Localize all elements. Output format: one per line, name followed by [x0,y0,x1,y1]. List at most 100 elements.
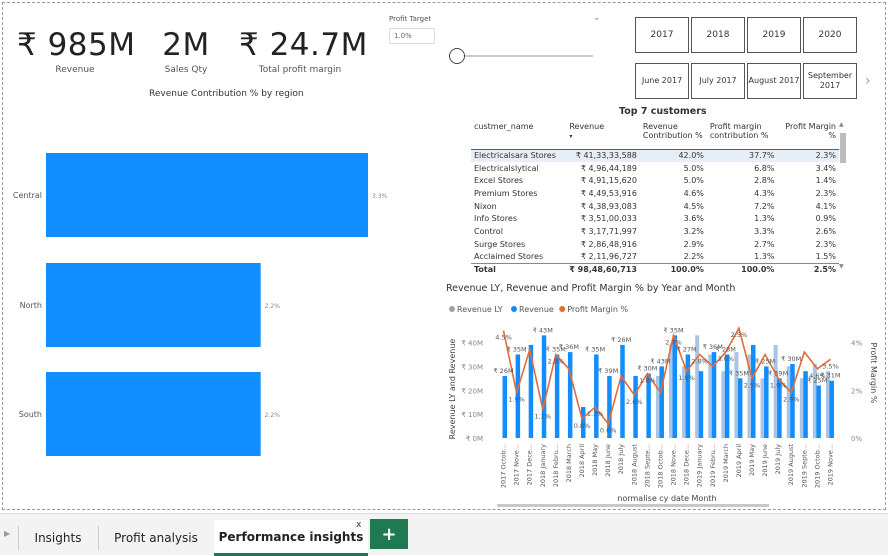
close-tab-icon[interactable]: x [356,520,361,530]
kpi-sales-qty[interactable]: 2M Sales Qty [155,27,217,75]
table-cell: 4.1% [815,201,836,211]
profit-margin-data-label: 0.8% [574,422,591,430]
kpi-label: Sales Qty [164,65,208,75]
profit-margin-data-label: 2.6% [626,398,643,406]
table-cell: 2.3% [777,149,839,162]
y-tick-label: ₹ 40M [461,340,483,348]
revenue-ly-bar [799,378,804,438]
profit-target-slider-handle[interactable] [449,48,465,64]
x-tick-label: 2018 July [617,444,625,474]
table-cell: Electricalsara Stores [471,149,567,162]
x-tick-label: 2018 January [539,444,547,487]
tab-scroll-left-icon[interactable]: ▶ [4,529,10,538]
col-header-profit-contribution[interactable]: Profit margin contribution % [706,119,778,150]
x-tick-label: 2017 Nove... [513,444,521,486]
table-cell: 2.3% [815,239,836,249]
customers-table: custmer_name Revenue ▾ Revenue Contributi… [471,119,839,276]
combo-chart-title: Revenue LY, Revenue and Profit Margin % … [446,283,736,294]
profit-target-slider-track[interactable] [457,55,593,57]
y2-tick-label: 4% [851,340,862,348]
profit-margin-data-label: 0.6% [600,427,617,435]
table-row[interactable]: Info Stores ₹ 3,51,00,033 3.6% 1.3% 0.9% [471,212,839,225]
year-button-2017[interactable]: 2017 [635,17,689,53]
profit-margin-data-label: 2.8% [691,357,708,365]
table-cell: Electricalslytical [474,163,539,173]
region-bar [46,372,261,456]
kpi-value: ₹ 985M [17,27,136,63]
table-row[interactable]: Acclaimed Stores ₹ 2,11,96,727 2.2% 1.3% 1.5… [471,251,839,264]
table-cell: 1.3% [754,252,775,262]
x-tick-label: 2018 August [630,444,638,486]
x-tick-label: 2019 June [761,444,769,477]
table-row[interactable]: Electricalsara Stores ₹ 41,33,33,588 42.0%… [471,149,839,162]
col-header-profit-margin[interactable]: Profit Margin % [777,119,839,150]
scrollbar-thumb[interactable] [840,133,846,163]
table-total-cell: Total [471,262,567,276]
region-chart-title: Revenue Contribution % by region [149,89,304,99]
revenue-bar [724,354,730,438]
kpi-profit-margin[interactable]: ₹ 24.7M Total profit margin [239,27,367,75]
col-header-revenue-contribution[interactable]: Revenue Contribution % [639,119,707,150]
chevron-right-icon[interactable]: › [865,73,871,89]
table-cell: 2.9% [683,239,704,249]
revenue-data-label: ₹ 35M [663,326,683,334]
revenue-data-label: ₹ 25M [755,357,775,365]
x-tick-label: 2018 April [578,444,586,478]
legend-marker [449,306,455,312]
profit-margin-data-label: 2.5% [731,331,748,339]
table-cell: Acclaimed Stores [474,252,544,262]
month-button-june-2017[interactable]: June 2017 [635,63,689,99]
table-row[interactable]: Excel Stores ₹ 4,91,15,620 5.0% 2.8% 1.4% [471,174,839,187]
tab-divider [18,526,19,550]
revenue-bar [698,371,704,438]
y2-tick-label: 2% [851,387,862,395]
revenue-data-label: ₹ 36M [559,343,579,351]
tab-performance-insights[interactable]: Performance insights [214,520,368,556]
table-row[interactable]: Electricalslytical ₹ 4,96,44,189 5.0% 6.8% 3… [471,162,839,175]
x-tick-label: 2019 Febru... [709,444,717,487]
region-bar [46,263,261,347]
kpi-revenue[interactable]: ₹ 985M Revenue [17,27,136,75]
y2-tick-label: 0% [851,435,862,443]
table-total-cell: 100.0% [706,262,778,276]
table-cell: 2.8% [754,176,775,186]
tab-insights[interactable]: Insights [20,520,96,556]
x-tick-label: 2019 July [774,444,782,474]
x-tick-label: 2017 Dece... [526,444,534,485]
table-row[interactable]: Nixon ₹ 4,38,93,083 4.5% 7.2% 4.1% [471,200,839,213]
year-button-2018[interactable]: 2018 [691,17,745,53]
profit-margin-data-label: 1.2% [535,412,552,420]
revenue-data-label: ₹ 30M [781,355,801,363]
col-header-customer[interactable]: custmer_name [471,119,567,150]
table-row[interactable]: Surge Stores ₹ 2,86,48,916 2.9% 2.7% 2.3% [471,238,839,251]
month-button-july-2017[interactable]: July 2017 [691,63,745,99]
legend-marker [559,306,566,312]
year-button-2019[interactable]: 2019 [747,17,801,53]
scroll-up-icon[interactable]: ▲ [839,121,844,128]
col-header-revenue[interactable]: Revenue ▾ [566,119,640,150]
revenue-data-label: ₹ 35M [729,369,749,377]
month-button-august-2017[interactable]: August 2017 [747,63,801,99]
chart-scrollbar [497,504,769,507]
table-header-row: custmer_name Revenue ▾ Revenue Contributi… [471,119,839,150]
col-header-revenue-label: Revenue [569,122,605,131]
table-scrollbar[interactable]: ▲ ▼ [839,121,847,271]
x-tick-label: 2019 August [787,444,795,486]
month-button-september-2017[interactable]: September 2017 [803,63,857,99]
year-button-2020[interactable]: 2020 [803,17,857,53]
tab-profit-analysis[interactable]: Profit analysis [100,520,212,556]
profit-target-input[interactable]: 1.0% [389,28,435,44]
kpi-label: Total profit margin [258,65,342,75]
customers-table-title: Top 7 customers [619,106,707,117]
table-row[interactable]: Control ₹ 3,17,71,997 3.2% 3.3% 2.6% [471,225,839,238]
chevron-down-icon[interactable]: ⌄ [593,13,601,23]
table-cell: ₹ 3,51,00,033 [580,214,637,224]
profit-margin-data-label: 1.9% [508,396,525,404]
region-category-label: South [19,410,42,419]
y2-axis-title: Profit Margin % [869,343,878,404]
scroll-down-icon[interactable]: ▼ [839,263,844,270]
add-page-button[interactable]: + [370,519,408,549]
table-row[interactable]: Premium Stores ₹ 4,49,53,916 4.6% 4.3% 2.3% [471,187,839,200]
table-cell: 6.8% [754,163,775,173]
profit-margin-data-label: 2.9% [548,357,565,365]
